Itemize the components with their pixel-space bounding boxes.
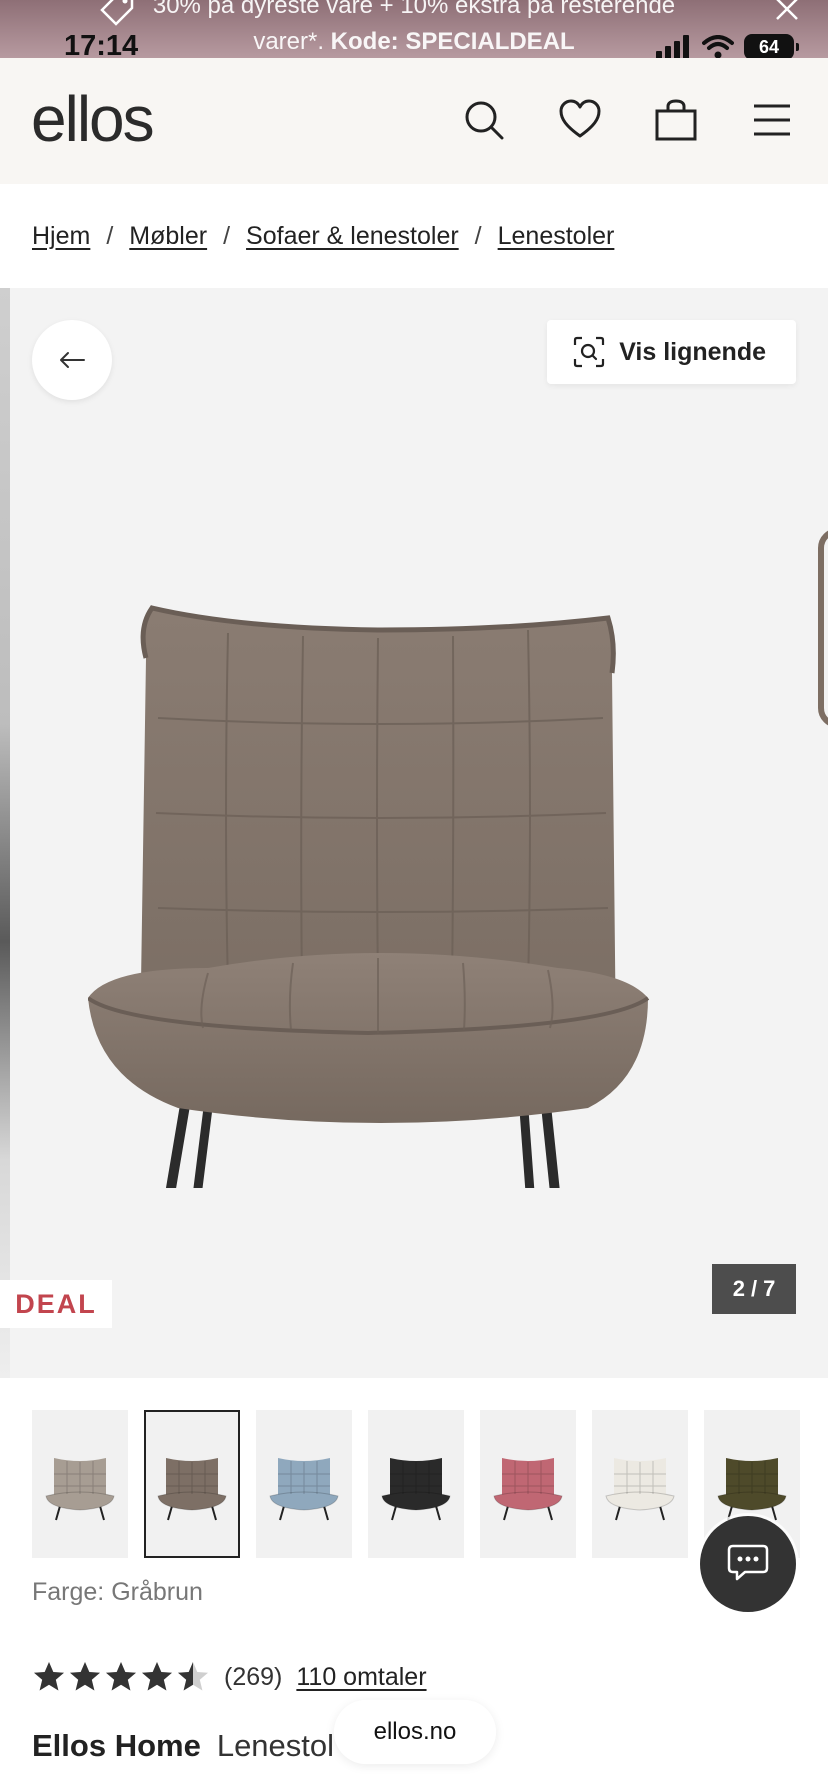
breadcrumb-sofaer[interactable]: Sofaer & lenestoler	[246, 222, 459, 251]
star-half-icon	[178, 1662, 208, 1691]
breadcrumb-separator: /	[223, 222, 231, 250]
promo-code: Kode: SPECIALDEAL	[330, 28, 575, 55]
url-text: ellos.no	[373, 1718, 457, 1745]
next-image-peek	[818, 528, 828, 728]
previous-image-peek	[0, 288, 10, 1378]
chat-button[interactable]	[700, 1516, 796, 1612]
image-counter: 2 / 7	[712, 1264, 796, 1314]
color-thumbnail[interactable]	[592, 1410, 688, 1558]
chat-icon	[727, 1544, 769, 1581]
counter-current: 2	[732, 1276, 745, 1301]
thumbnail-armchair-image	[717, 1458, 787, 1521]
breadcrumb-separator: /	[106, 222, 114, 250]
wifi-icon	[702, 35, 734, 59]
counter-separator: /	[750, 1276, 758, 1301]
arrow-left-icon	[60, 352, 85, 368]
status-icons: 64	[656, 34, 799, 60]
promo-line2: varer*.	[253, 28, 331, 55]
color-thumbnail[interactable]	[368, 1410, 464, 1558]
rating-count: (269)	[224, 1662, 283, 1691]
color-thumbnails	[32, 1410, 800, 1558]
deal-badge: DEAL	[0, 1280, 112, 1328]
product-title-row: Ellos Home Lenestol	[32, 1728, 334, 1764]
thumbnail-armchair-image	[605, 1458, 675, 1521]
reviews-link[interactable]: 110 omtaler	[296, 1663, 426, 1692]
star-full-icon	[70, 1662, 100, 1691]
similar-products-button[interactable]: Vis lignende	[547, 320, 796, 384]
ellos-logo[interactable]: ellos	[31, 82, 155, 156]
breadcrumb-home[interactable]: Hjem	[32, 222, 90, 251]
color-thumbnail[interactable]	[256, 1410, 352, 1558]
star-full-icon	[106, 1662, 136, 1691]
site-header: ellos	[0, 58, 828, 184]
breadcrumb-mobler[interactable]: Møbler	[129, 222, 207, 251]
thumbnail-armchair-image	[381, 1458, 451, 1521]
star-rating	[32, 1660, 210, 1694]
color-thumbnail[interactable]	[144, 1410, 240, 1558]
bag-icon[interactable]	[654, 98, 698, 142]
breadcrumb-lenestoler[interactable]: Lenestoler	[498, 222, 615, 251]
thumbnail-armchair-image	[157, 1458, 227, 1521]
visual-search-icon	[574, 336, 605, 368]
back-button[interactable]	[32, 320, 112, 400]
color-thumbnail[interactable]	[480, 1410, 576, 1558]
star-full-icon	[34, 1662, 64, 1691]
product-image-armchair	[88, 605, 650, 1188]
heart-icon[interactable]	[558, 98, 602, 142]
similar-label: Vis lignende	[619, 337, 766, 366]
product-brand[interactable]: Ellos Home	[32, 1728, 201, 1764]
menu-icon[interactable]	[750, 98, 794, 142]
close-icon[interactable]	[772, 0, 802, 24]
battery-indicator: 64	[744, 34, 799, 60]
product-title: Lenestol	[216, 1728, 335, 1763]
signal-icon	[656, 35, 689, 59]
star-full-icon	[142, 1662, 172, 1691]
thumbnail-armchair-image	[269, 1458, 339, 1521]
browser-url-bar[interactable]: ellos.no	[334, 1700, 496, 1764]
breadcrumb-separator: /	[474, 222, 482, 250]
selected-color-label: Farge: Gråbrun	[32, 1578, 203, 1606]
promo-line1: 30% på dyreste vare + 10% ekstra på rest…	[152, 0, 676, 19]
thumbnail-armchair-image	[45, 1458, 115, 1521]
product-rating: (269) 110 omtaler	[32, 1660, 427, 1694]
thumbnail-armchair-image	[493, 1458, 563, 1521]
counter-total: 7	[763, 1276, 776, 1301]
search-icon[interactable]	[462, 98, 506, 142]
product-gallery[interactable]: Vis lignende DEAL 2 / 7	[0, 288, 828, 1378]
breadcrumb: Hjem / Møbler / Sofaer & lenestoler / Le…	[32, 222, 614, 251]
color-thumbnail[interactable]	[32, 1410, 128, 1558]
